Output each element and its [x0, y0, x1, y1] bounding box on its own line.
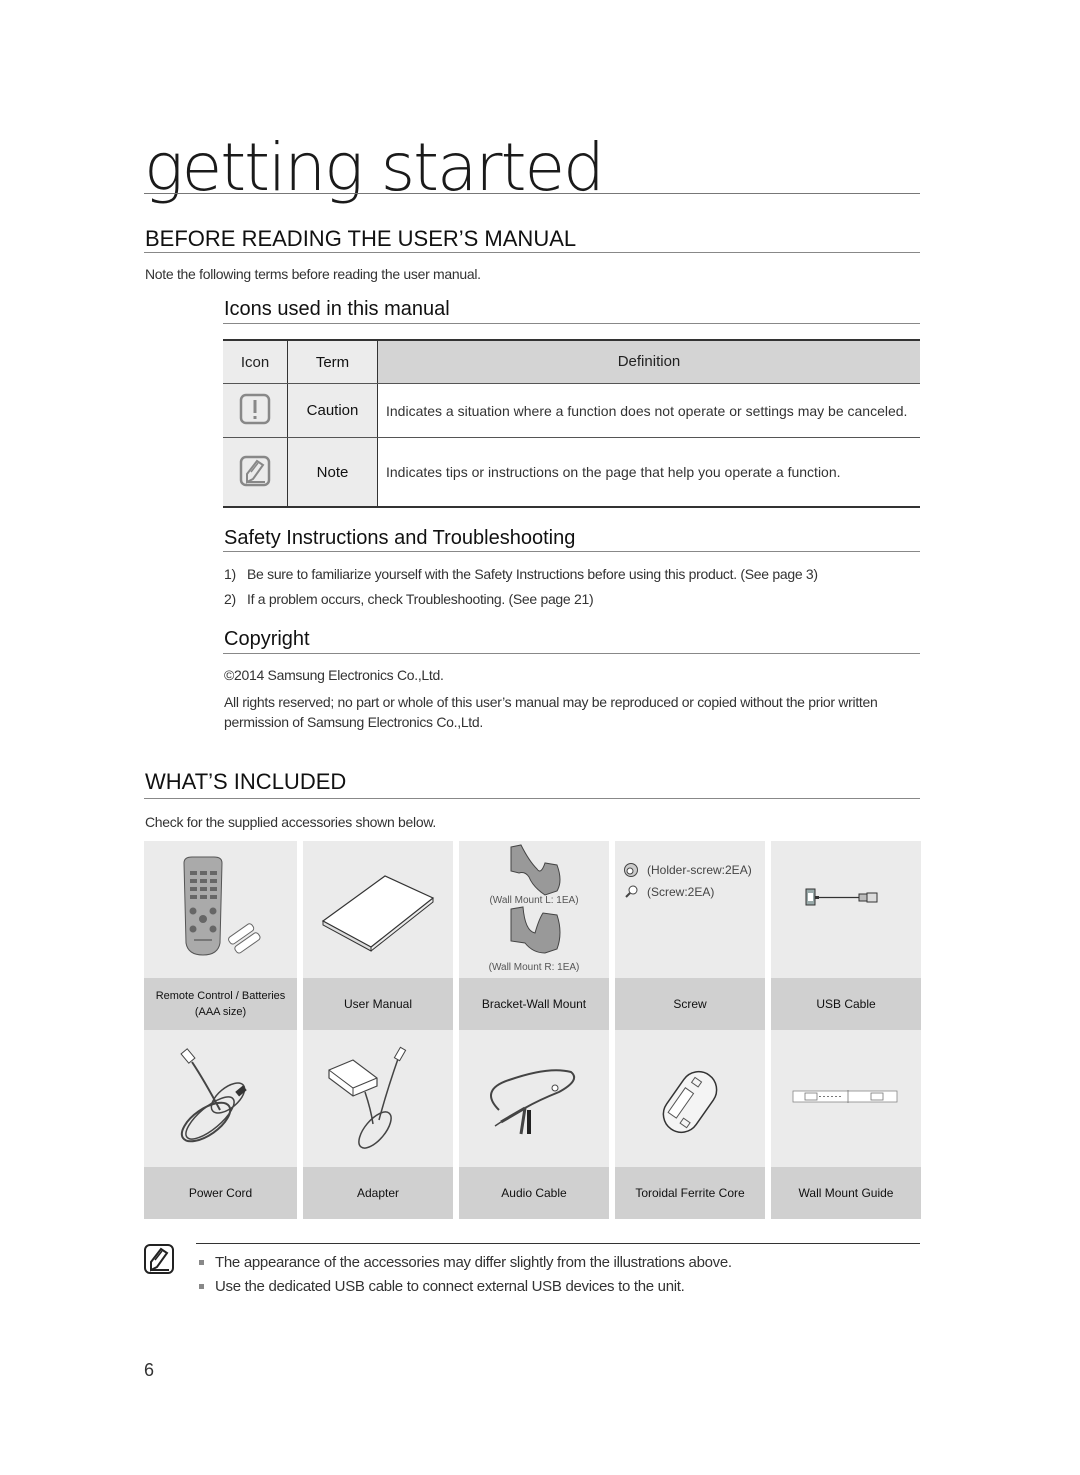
- accessories-grid: Remote Control / Batteries (AAA size) Us…: [144, 841, 921, 1219]
- adapter-icon: [328, 1046, 407, 1149]
- table-row: Caution Indicates a situation where a fu…: [223, 383, 920, 438]
- icons-table-header: Icon Term Definition: [223, 340, 920, 384]
- whats-included-rule: [144, 798, 920, 799]
- screw-icon: [625, 885, 638, 898]
- accessory-label: Toroidal Ferrite Core: [615, 1167, 765, 1219]
- accessory-label: Power Cord: [144, 1167, 297, 1219]
- holder-screw-caption: (Holder-screw:2EA): [647, 863, 752, 877]
- icons-table: Icon Term Definition Caution Indicates a…: [223, 339, 920, 508]
- accessory-label: Wall Mount Guide: [771, 1167, 921, 1219]
- accessory-remote-control: Remote Control / Batteries (AAA size): [144, 841, 297, 1030]
- before-reading-heading: BEFORE READING THE USER’S MANUAL: [145, 226, 577, 251]
- definition-note: Indicates tips or instructions on the pa…: [377, 437, 920, 507]
- remote-control-icon: [183, 856, 261, 956]
- user-manual-icon: [321, 875, 435, 952]
- accessory-label: User Manual: [303, 978, 453, 1030]
- accessory-label: Bracket-Wall Mount: [459, 978, 609, 1030]
- audio-cable-icon: [490, 1069, 575, 1135]
- bullet-icon: [199, 1259, 204, 1265]
- bullet-icon: [199, 1283, 204, 1289]
- copyright-notice: All rights reserved; no part or whole of…: [224, 694, 878, 730]
- accessory-adapter: Adapter: [303, 1030, 453, 1219]
- power-cord-icon: [180, 1048, 247, 1143]
- wall-mount-bracket-icon: [510, 844, 561, 954]
- accessory-label: Remote Control / Batteries (AAA size): [144, 978, 297, 1030]
- column-header-icon: Icon: [223, 340, 288, 384]
- copyright-rule: [223, 653, 920, 654]
- accessory-user-manual: User Manual: [303, 841, 453, 1030]
- note-list: The appearance of the accessories may di…: [197, 1250, 732, 1298]
- accessory-screw: (Holder-screw:2EA) (Screw:2EA) Screw: [615, 841, 765, 1030]
- safety-item: 2) If a problem occurs, check Troubleshoo…: [224, 591, 594, 607]
- whats-included-intro: Check for the supplied accessories shown…: [145, 814, 436, 830]
- usb-cable-icon: [805, 888, 878, 906]
- accessory-wall-mount-guide: Wall Mount Guide: [771, 1030, 921, 1219]
- copyright-heading: Copyright: [224, 628, 310, 650]
- chapter-title-rule: [144, 193, 920, 194]
- note-rule: [196, 1243, 920, 1244]
- whats-included-heading: WHAT’S INCLUDED: [145, 769, 347, 794]
- icons-section-heading: Icons used in this manual: [224, 298, 450, 320]
- term-caution: Caution: [287, 383, 378, 438]
- table-row: Note Indicates tips or instructions on t…: [223, 437, 920, 507]
- safety-item: 1) Be sure to familiarize yourself with t…: [224, 566, 818, 582]
- caution-icon: [239, 393, 271, 425]
- note-icon: [144, 1244, 174, 1274]
- chapter-title: getting started: [144, 129, 605, 206]
- ferrite-core-icon: [662, 1070, 718, 1134]
- accessory-label: Adapter: [303, 1167, 453, 1219]
- accessory-label: USB Cable: [771, 978, 921, 1030]
- copyright-line: ©2014 Samsung Electronics Co.,Ltd.: [224, 667, 444, 683]
- accessory-power-cord: Power Cord: [144, 1030, 297, 1219]
- icons-section-rule: [223, 323, 920, 324]
- safety-section-heading: Safety Instructions and Troubleshooting: [224, 527, 576, 549]
- safety-section-rule: [223, 551, 920, 552]
- definition-caution: Indicates a situation where a function d…: [377, 383, 920, 438]
- note-icon: [239, 455, 271, 486]
- before-reading-rule: [144, 252, 920, 253]
- accessory-bracket-wall-mount: (Wall Mount L: 1EA) (Wall Mount R: 1EA) …: [459, 841, 609, 1030]
- wall-mount-right-caption: (Wall Mount R: 1EA): [488, 962, 580, 973]
- screw-caption: (Screw:2EA): [647, 885, 715, 899]
- accessory-ferrite-core: Toroidal Ferrite Core: [615, 1030, 765, 1219]
- accessory-label: Screw: [615, 978, 765, 1030]
- page-number: 6: [144, 1360, 155, 1380]
- accessory-audio-cable: Audio Cable: [459, 1030, 609, 1219]
- accessory-label: Audio Cable: [459, 1167, 609, 1219]
- column-header-term: Term: [287, 340, 378, 384]
- holder-screw-icon: [624, 863, 638, 877]
- before-reading-intro: Note the following terms before reading …: [145, 266, 481, 282]
- note-item: Use the dedicated USB cable to connect e…: [197, 1274, 732, 1298]
- column-header-definition: Definition: [377, 340, 920, 384]
- term-note: Note: [287, 437, 378, 507]
- note-item: The appearance of the accessories may di…: [197, 1250, 732, 1274]
- wall-mount-left-caption: (Wall Mount L: 1EA): [489, 895, 579, 906]
- accessory-usb-cable: USB Cable: [771, 841, 921, 1030]
- wall-mount-guide-icon: [792, 1090, 898, 1103]
